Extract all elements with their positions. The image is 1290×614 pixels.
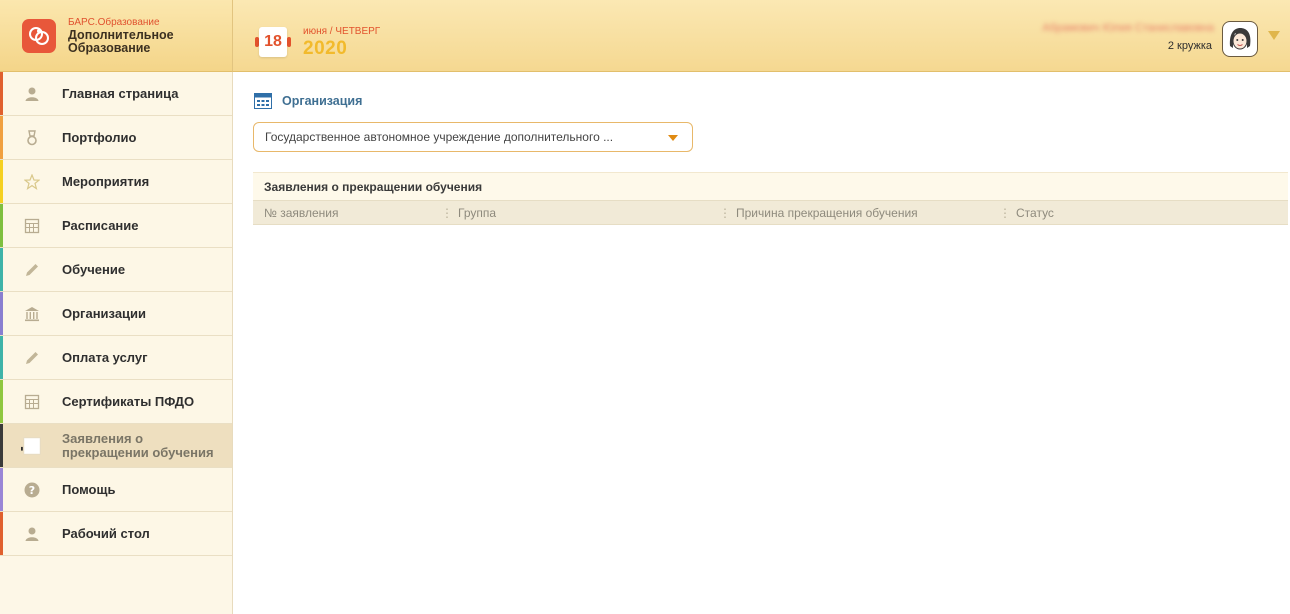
sidebar-item-payment[interactable]: Оплата услуг <box>0 336 232 380</box>
organization-heading: Организация <box>254 93 362 109</box>
sidebar-item-color-bar <box>0 160 3 203</box>
organization-select-value: Государственное автономное учреждение до… <box>265 130 614 144</box>
sidebar-item-label: Сертификаты ПФДО <box>62 393 195 409</box>
app-logo[interactable]: БАРС.Образование Дополнительное Образова… <box>0 0 233 72</box>
sidebar-item-label: Организации <box>62 305 147 321</box>
sidebar-item-schedule[interactable]: Расписание <box>0 204 232 248</box>
user-menu-chevron-down-icon[interactable] <box>1268 31 1280 40</box>
column-header-label: Статус <box>1016 206 1054 220</box>
date-month-weekday: июня / ЧЕТВЕРГ <box>303 26 381 37</box>
sidebar-item-certificates[interactable]: Сертификаты ПФДО <box>0 380 232 424</box>
column-resize-handle[interactable]: ⋮ <box>999 206 1011 220</box>
date-day: 18 <box>259 27 287 57</box>
grid-header-row: № заявления ⋮ Группа ⋮ Причина прекращения… <box>253 200 1288 225</box>
sidebar-item-label: Главная страница <box>62 85 179 101</box>
logo-text: БАРС.Образование Дополнительное Образова… <box>68 16 174 55</box>
sidebar-item-label: Мероприятия <box>62 173 150 189</box>
sidebar-item-color-bar <box>0 204 3 247</box>
sidebar-item-desktop[interactable]: Рабочий стол <box>0 512 232 556</box>
sidebar-item-label: Рабочий стол <box>62 525 150 541</box>
sidebar-item-label: Портфолио <box>62 129 137 145</box>
brand-product-line2: Образование <box>68 41 151 55</box>
column-header-label: Причина прекращения обучения <box>736 206 918 220</box>
column-header-request-number[interactable]: № заявления <box>264 201 338 226</box>
sidebar-item-color-bar <box>0 292 3 335</box>
user-name[interactable]: Абрамович Юлия Станиславовна <box>1042 22 1214 34</box>
termination-requests-grid: Заявления о прекращении обучения № заявл… <box>253 172 1288 225</box>
organization-grid-icon <box>254 93 272 109</box>
sidebar-item-label: Расписание <box>62 217 139 233</box>
sidebar-item-home[interactable]: Главная страница <box>0 72 232 116</box>
sidebar-item-label: Обучение <box>62 261 126 277</box>
column-resize-handle[interactable]: ⋮ <box>719 206 731 220</box>
organization-heading-label: Организация <box>282 94 363 108</box>
sidebar-item-organizations[interactable]: Организации <box>0 292 232 336</box>
column-header-status[interactable]: ⋮ Статус <box>999 201 1054 226</box>
sidebar-item-color-bar <box>0 512 3 555</box>
avatar[interactable] <box>1222 21 1258 57</box>
sidebar-item-label: Помощь <box>62 481 116 497</box>
sidebar-item-color-bar <box>0 424 3 467</box>
sidebar: Главная страница Портфолио Мероприятия Р… <box>0 72 233 614</box>
calendar-grid-icon <box>21 215 43 237</box>
sidebar-item-events[interactable]: Мероприятия <box>0 160 232 204</box>
top-bar: 18 июня / ЧЕТВЕРГ 2020 Абрамович Юлия Ст… <box>233 0 1290 72</box>
sidebar-item-termination-requests[interactable]: Заявления о прекращении обучения <box>0 424 232 468</box>
column-header-termination-reason[interactable]: ⋮ Причина прекращения обучения <box>719 201 918 226</box>
svg-text:?: ? <box>29 484 35 497</box>
sidebar-item-color-bar <box>0 468 3 511</box>
sidebar-item-color-bar <box>0 248 3 291</box>
building-icon <box>21 303 43 325</box>
organization-select[interactable]: Государственное автономное учреждение до… <box>253 122 693 152</box>
person-icon <box>21 523 43 545</box>
grid-title: Заявления о прекращении обучения <box>253 172 1288 200</box>
sidebar-item-color-bar <box>0 116 3 159</box>
sidebar-item-label: Заявления о прекращении обучения <box>62 430 214 460</box>
sidebar-item-label: Оплата услуг <box>62 349 148 365</box>
calendar-pin-right <box>287 37 291 47</box>
sidebar-item-help[interactable]: ? Помощь <box>0 468 232 512</box>
logo-icon <box>22 18 56 53</box>
column-header-label: Группа <box>458 206 497 220</box>
sidebar-item-color-bar <box>0 336 3 379</box>
medal-icon <box>21 127 43 149</box>
sidebar-item-portfolio[interactable]: Портфолио <box>0 116 232 160</box>
calendar-grid-icon <box>21 391 43 413</box>
star-icon <box>21 171 43 193</box>
date-year: 2020 <box>303 38 348 59</box>
sidebar-item-color-bar <box>0 380 3 423</box>
pencil-icon <box>21 347 43 369</box>
pencil-icon <box>21 259 43 281</box>
calendar-date-badge: 18 <box>255 27 291 57</box>
column-resize-handle[interactable]: ⋮ <box>441 206 453 220</box>
sidebar-item-color-bar <box>0 72 3 115</box>
app-window: БАРС.Образование Дополнительное Образова… <box>0 0 1290 614</box>
user-circle-count: 2 кружка <box>1167 40 1212 52</box>
main-content: Организация Государственное автономное у… <box>234 72 1290 614</box>
person-icon <box>21 83 43 105</box>
document-icon <box>21 435 43 457</box>
sidebar-item-learning[interactable]: Обучение <box>0 248 232 292</box>
chevron-down-icon[interactable] <box>668 135 678 141</box>
avatar-face-icon <box>1229 28 1251 50</box>
help-icon: ? <box>21 479 43 501</box>
column-header-group[interactable]: ⋮ Группа <box>441 201 496 226</box>
column-header-label: № заявления <box>264 206 339 220</box>
